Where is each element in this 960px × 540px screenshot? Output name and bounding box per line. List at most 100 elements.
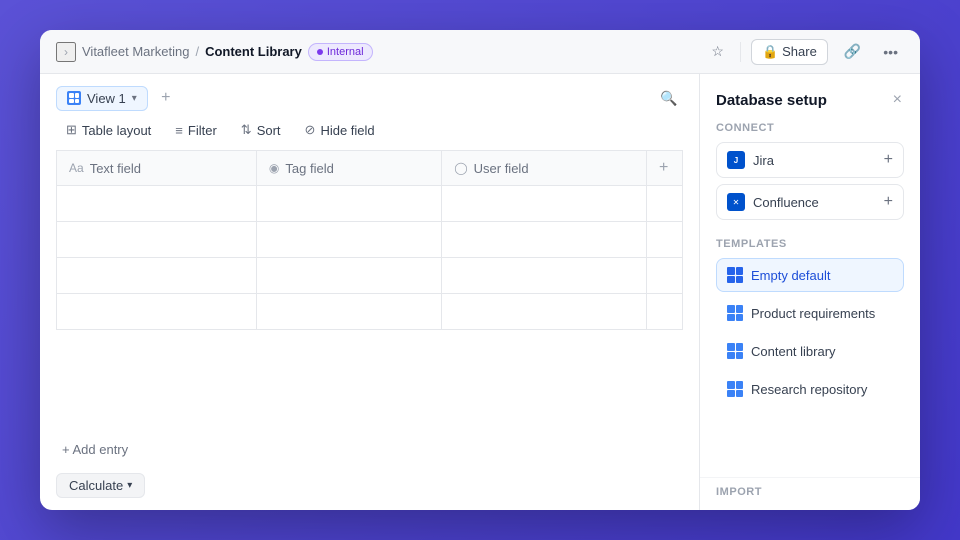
add-column-header[interactable]: + bbox=[647, 151, 683, 186]
cell bbox=[647, 294, 683, 330]
divider bbox=[740, 42, 741, 62]
cell bbox=[647, 222, 683, 258]
collapse-sidebar-button[interactable]: › bbox=[56, 42, 76, 62]
cell[interactable] bbox=[442, 294, 647, 330]
add-column-button[interactable]: + bbox=[659, 159, 668, 177]
close-panel-button[interactable]: × bbox=[891, 90, 904, 110]
col-header-user[interactable]: ◯ User field bbox=[442, 151, 647, 186]
sort-icon: ⇅ bbox=[241, 122, 252, 138]
add-entry-row: + Add entry bbox=[40, 430, 699, 469]
cell[interactable] bbox=[57, 258, 257, 294]
toolbar: View 1 ▾ + 🔍 ⊞ Table layout ≡ F bbox=[40, 74, 699, 150]
cell[interactable] bbox=[442, 186, 647, 222]
jira-add-icon: + bbox=[884, 151, 893, 169]
link-button[interactable]: 🔗 bbox=[838, 39, 867, 64]
cell[interactable] bbox=[256, 294, 441, 330]
template-icon bbox=[727, 343, 743, 359]
breadcrumb: › Vitafleet Marketing / Content Library … bbox=[56, 42, 373, 62]
template-label: Content library bbox=[751, 344, 836, 359]
cell bbox=[647, 258, 683, 294]
confluence-connect-item[interactable]: ✕ Confluence + bbox=[716, 184, 904, 220]
col-header-tag[interactable]: ◉ Tag field bbox=[256, 151, 441, 186]
main-panel: View 1 ▾ + 🔍 ⊞ Table layout ≡ F bbox=[40, 74, 700, 510]
calculate-row: Calculate ▾ bbox=[40, 469, 699, 510]
import-section: IMPORT bbox=[700, 477, 920, 510]
views-row: View 1 ▾ + 🔍 bbox=[56, 84, 683, 112]
col-header-user-label: User field bbox=[474, 161, 529, 176]
col-header-text[interactable]: Aa Text field bbox=[57, 151, 257, 186]
calculate-button[interactable]: Calculate ▾ bbox=[56, 473, 145, 498]
template-empty-default[interactable]: Empty default bbox=[716, 258, 904, 292]
content-area: View 1 ▾ + 🔍 ⊞ Table layout ≡ F bbox=[40, 74, 920, 510]
filter-label: Filter bbox=[188, 123, 217, 138]
calculate-label: Calculate bbox=[69, 478, 123, 493]
confluence-add-icon: + bbox=[884, 193, 893, 211]
template-icon bbox=[727, 381, 743, 397]
breadcrumb-current: Content Library bbox=[205, 44, 302, 59]
col-header-tag-label: Tag field bbox=[285, 161, 333, 176]
add-view-button[interactable]: + bbox=[154, 86, 178, 110]
cell[interactable] bbox=[57, 222, 257, 258]
titlebar: › Vitafleet Marketing / Content Library … bbox=[40, 30, 920, 74]
visibility-badge: Internal bbox=[308, 43, 373, 61]
view-tab-label: View 1 bbox=[87, 91, 126, 106]
jira-connect-item[interactable]: J Jira + bbox=[716, 142, 904, 178]
connect-section: CONNECT J Jira + ✕ Confluence + bbox=[700, 122, 920, 238]
titlebar-actions: ☆ 🔒 Share 🔗 ••• bbox=[705, 39, 904, 65]
template-research-repository[interactable]: Research repository bbox=[716, 372, 904, 406]
cell[interactable] bbox=[256, 222, 441, 258]
lock-icon: 🔒 bbox=[762, 44, 778, 60]
calculate-chevron: ▾ bbox=[127, 480, 132, 491]
hide-icon: ⊘ bbox=[305, 122, 316, 138]
table-row bbox=[57, 186, 683, 222]
tag-field-icon: ◉ bbox=[269, 161, 279, 175]
template-product-requirements[interactable]: Product requirements bbox=[716, 296, 904, 330]
search-button[interactable]: 🔍 bbox=[655, 84, 683, 112]
actions-row: ⊞ Table layout ≡ Filter ⇅ Sort ⊘ Hide fi… bbox=[56, 118, 683, 150]
connect-label: CONNECT bbox=[716, 122, 904, 134]
jira-icon: J bbox=[727, 151, 745, 169]
cell[interactable] bbox=[256, 186, 441, 222]
data-table: Aa Text field ◉ Tag field bbox=[56, 150, 683, 330]
share-button[interactable]: 🔒 Share bbox=[751, 39, 828, 65]
more-button[interactable]: ••• bbox=[877, 40, 904, 64]
sort-button[interactable]: ⇅ Sort bbox=[231, 118, 291, 142]
add-entry-button[interactable]: + Add entry bbox=[56, 438, 134, 461]
table-layout-button[interactable]: ⊞ Table layout bbox=[56, 118, 161, 142]
view-tab-chevron: ▾ bbox=[132, 93, 137, 104]
col-header-text-label: Text field bbox=[90, 161, 141, 176]
template-content-library[interactable]: Content library bbox=[716, 334, 904, 368]
templates-label: TEMPLATES bbox=[716, 238, 904, 250]
panel-title: Database setup bbox=[716, 92, 827, 109]
hide-field-label: Hide field bbox=[320, 123, 374, 138]
share-label: Share bbox=[782, 44, 817, 59]
text-field-icon: Aa bbox=[69, 161, 84, 175]
views-left: View 1 ▾ + bbox=[56, 86, 178, 111]
hide-field-button[interactable]: ⊘ Hide field bbox=[295, 118, 385, 142]
table-row bbox=[57, 222, 683, 258]
confluence-label: Confluence bbox=[753, 195, 819, 210]
table-row bbox=[57, 294, 683, 330]
cell[interactable] bbox=[442, 222, 647, 258]
filter-button[interactable]: ≡ Filter bbox=[165, 119, 226, 142]
database-setup-panel: Database setup × CONNECT J Jira + ✕ Conf… bbox=[700, 74, 920, 510]
cell[interactable] bbox=[256, 258, 441, 294]
filter-icon: ≡ bbox=[175, 123, 183, 138]
table-row bbox=[57, 258, 683, 294]
view-tab-1[interactable]: View 1 ▾ bbox=[56, 86, 148, 111]
cell[interactable] bbox=[57, 186, 257, 222]
main-window: › Vitafleet Marketing / Content Library … bbox=[40, 30, 920, 510]
jira-connect-left: J Jira bbox=[727, 151, 774, 169]
cell[interactable] bbox=[57, 294, 257, 330]
cell[interactable] bbox=[442, 258, 647, 294]
confluence-icon: ✕ bbox=[727, 193, 745, 211]
jira-label: Jira bbox=[753, 153, 774, 168]
breadcrumb-separator: / bbox=[195, 44, 199, 59]
table-layout-label: Table layout bbox=[82, 123, 151, 138]
user-field-icon: ◯ bbox=[454, 161, 467, 175]
sort-label: Sort bbox=[257, 123, 281, 138]
template-icon bbox=[727, 305, 743, 321]
table-view-icon bbox=[67, 91, 81, 105]
template-label: Empty default bbox=[751, 268, 831, 283]
star-button[interactable]: ☆ bbox=[705, 39, 730, 64]
